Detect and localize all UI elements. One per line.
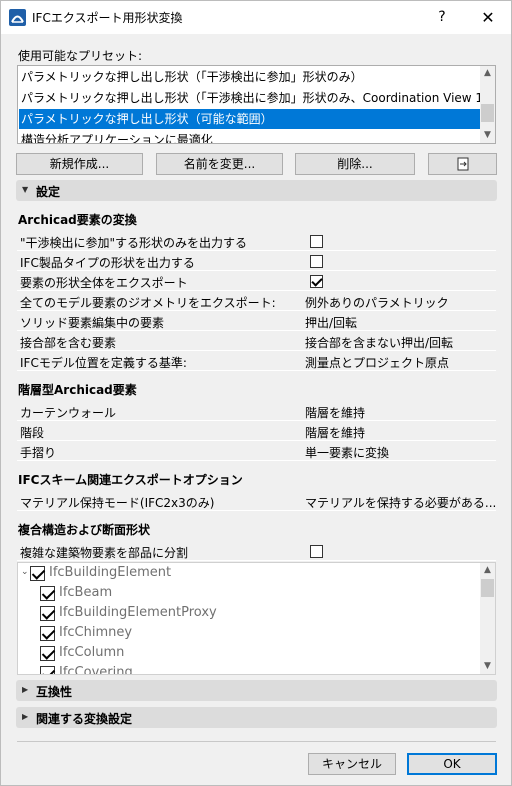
option-label: IFC製品タイプの形状を出力する [20,256,195,270]
tree-item-label: IfcBuildingElement [49,565,172,580]
scroll-thumb[interactable] [481,579,494,597]
tree-item[interactable]: IfcBeam [18,583,480,603]
element-tree[interactable]: ⌄ IfcBuildingElement IfcBeam IfcBuilding… [17,562,496,675]
option-label: 階段 [20,426,45,440]
option-value[interactable]: 接合部を含まない押出/回転 [305,334,453,351]
tree-item-label: IfcColumn [59,645,125,660]
option-checkbox[interactable] [310,235,323,248]
option-row[interactable]: カーテンウォール 階層を維持 [17,401,496,421]
option-label: カーテンウォール [20,406,117,420]
ok-button[interactable]: OK [407,753,497,775]
option-row: IFC製品タイプの形状を出力する [17,251,496,271]
presets-label: 使用可能なプリセット: [18,49,143,63]
option-value[interactable]: 単一要素に変換 [305,444,389,461]
scroll-up-icon[interactable]: ▲ [480,66,495,81]
tree-item[interactable]: IfcBuildingElementProxy [18,603,480,623]
option-label: マテリアル保持モード(IFC2x3のみ) [20,496,215,510]
tree-item[interactable]: IfcChimney [18,623,480,643]
tree-checkbox[interactable] [40,586,55,601]
export-preset-button[interactable] [428,153,497,175]
option-checkbox[interactable] [310,255,323,268]
group-title: IFCスキーム関連エクスポートオプション [18,473,243,487]
dialog-window: IFCエクスポート用形状変換 ? ✕ 使用可能なプリセット: パラメトリックな押… [0,0,512,786]
related-section-label: 関連する変換設定 [36,712,133,726]
tree-item-label: IfcChimney [59,625,133,640]
preset-item[interactable]: パラメトリックな押し出し形状（「干渉検出に参加」形状のみ、Coordinatio… [19,88,481,108]
tree-checkbox[interactable] [40,646,55,661]
option-row: 要素の形状全体をエクスポート [17,271,496,291]
compat-section-label: 互換性 [36,685,73,699]
option-label: 複雑な建築物要素を部品に分割 [20,546,189,560]
export-icon [457,157,468,171]
option-row[interactable]: 階段 階層を維持 [17,421,496,441]
option-row[interactable]: IFCモデル位置を定義する基準: 測量点とプロジェクト原点 [17,351,496,371]
archicad-app-icon [9,9,26,26]
tree-checkbox[interactable] [40,626,55,641]
option-value[interactable]: マテリアルを保持する必要がある... [305,494,496,511]
preset-list[interactable]: パラメトリックな押し出し形状（「干渉検出に参加」形状のみ） パラメトリックな押し… [17,65,496,144]
scroll-down-icon[interactable]: ▼ [480,659,495,674]
scroll-thumb[interactable] [481,104,494,122]
tree-checkbox[interactable] [40,666,55,674]
window-title: IFCエクスポート用形状変換 [32,11,183,25]
tree-scrollbar[interactable]: ▲ ▼ [480,563,495,674]
related-section-header[interactable]: ▶ 関連する変換設定 [16,707,497,728]
option-value[interactable]: 階層を維持 [305,404,365,421]
help-button[interactable]: ? [419,1,465,34]
expand-icon: ▶ [22,712,29,721]
preset-item[interactable]: パラメトリックな押し出し形状（「干渉検出に参加」形状のみ） [19,67,481,87]
option-label: 接合部を含む要素 [20,336,117,350]
option-label: 全てのモデル要素のジオメトリをエクスポート: [20,296,276,310]
group-title: 階層型Archicad要素 [18,383,137,397]
tree-item-label: IfcBeam [59,585,113,600]
collapse-icon: ▼ [22,185,29,194]
option-value[interactable]: 測量点とプロジェクト原点 [305,354,449,371]
option-row[interactable]: ソリッド要素編集中の要素 押出/回転 [17,311,496,331]
tree-item-label: IfcBuildingElementProxy [59,605,217,620]
option-label: IFCモデル位置を定義する基準: [20,356,187,370]
settings-section-header[interactable]: ▼ 設定 [16,180,497,201]
settings-section-label: 設定 [36,185,61,199]
option-value[interactable]: 例外ありのパラメトリック [305,294,449,311]
tree-item[interactable]: IfcCovering [18,663,480,675]
option-row[interactable]: マテリアル保持モード(IFC2x3のみ) マテリアルを保持する必要がある... [17,491,496,511]
preset-item-selected[interactable]: パラメトリックな押し出し形状（可能な範囲） [19,109,481,129]
option-value[interactable]: 押出/回転 [305,314,357,331]
option-label: 手摺り [20,446,57,460]
option-row[interactable]: 全てのモデル要素のジオメトリをエクスポート: 例外ありのパラメトリック [17,291,496,311]
preset-scrollbar[interactable]: ▲ ▼ [480,66,495,143]
group-title: 複合構造および断面形状 [18,523,151,537]
new-preset-button[interactable]: 新規作成... [16,153,143,175]
title-bar[interactable]: IFCエクスポート用形状変換 ? ✕ [1,1,511,34]
option-label: ソリッド要素編集中の要素 [20,316,165,330]
option-row[interactable]: 接合部を含む要素 接合部を含まない押出/回転 [17,331,496,351]
delete-preset-button[interactable]: 削除... [295,153,415,175]
divider [17,741,496,742]
compat-section-header[interactable]: ▶ 互換性 [16,680,497,701]
option-row: 複雑な建築物要素を部品に分割 [17,541,496,561]
rename-preset-button[interactable]: 名前を変更... [156,153,283,175]
option-row[interactable]: 手摺り 単一要素に変換 [17,441,496,461]
tree-checkbox[interactable] [40,606,55,621]
tree-item[interactable]: IfcColumn [18,643,480,663]
close-button[interactable]: ✕ [465,1,511,34]
option-checkbox-checked[interactable] [310,275,323,288]
option-label: 要素の形状全体をエクスポート [20,276,188,290]
option-label: "干渉検出に参加"する形状のみを出力する [20,236,248,250]
tree-item-label: IfcCovering [59,665,133,675]
preset-item[interactable]: 構造分析アプリケーションに最適化 [19,130,481,143]
option-checkbox[interactable] [310,545,323,558]
option-value[interactable]: 階層を維持 [305,424,365,441]
scroll-up-icon[interactable]: ▲ [480,563,495,578]
group-title: Archicad要素の変換 [18,213,137,227]
cancel-button[interactable]: キャンセル [308,753,396,775]
chevron-down-icon[interactable]: ⌄ [21,567,29,577]
tree-item[interactable]: ⌄ IfcBuildingElement [18,563,480,583]
scroll-down-icon[interactable]: ▼ [480,128,495,143]
tree-checkbox[interactable] [30,566,45,581]
expand-icon: ▶ [22,685,29,694]
option-row: "干渉検出に参加"する形状のみを出力する [17,231,496,251]
